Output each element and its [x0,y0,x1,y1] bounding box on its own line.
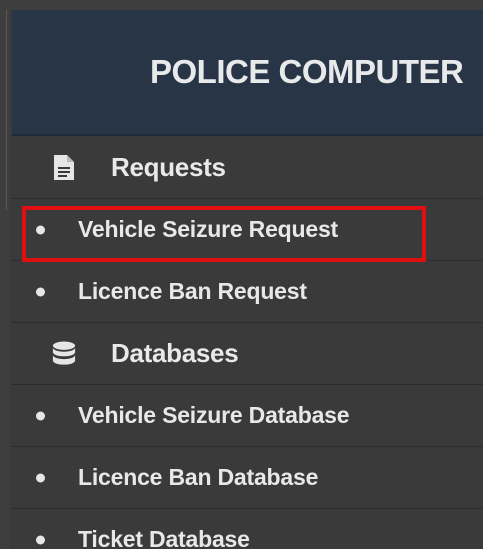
section-databases[interactable]: Databases [12,323,483,385]
menu-item-licence-ban-database[interactable]: Licence Ban Database [12,447,483,509]
section-label-databases: Databases [111,338,239,368]
top-edge [0,0,483,10]
page-title: POLICE COMPUTER [150,53,464,90]
menu-item-label: Ticket Database [78,526,250,549]
bullet-icon [36,287,45,296]
document-icon [52,154,76,182]
menu-item-vehicle-seizure-request[interactable]: Vehicle Seizure Request [12,199,483,261]
menu-item-label: Vehicle Seizure Request [78,216,339,242]
left-edge [0,0,10,549]
app-frame: POLICE COMPUTER Requests Vehicle Seizure… [0,0,483,549]
bullet-icon [36,473,45,482]
section-requests[interactable]: Requests [12,137,483,199]
menu-item-label: Licence Ban Request [78,278,307,304]
app-header: POLICE COMPUTER [12,10,483,136]
bullet-icon [36,411,45,420]
database-icon [52,340,76,368]
sidebar-menu: Requests Vehicle Seizure Request Licence… [12,137,483,549]
bullet-icon [36,225,45,234]
bullet-icon [36,535,45,544]
menu-item-ticket-database[interactable]: Ticket Database [12,509,483,549]
menu-item-licence-ban-request[interactable]: Licence Ban Request [12,261,483,323]
menu-item-vehicle-seizure-database[interactable]: Vehicle Seizure Database [12,385,483,447]
menu-item-label: Vehicle Seizure Database [78,402,350,428]
section-label-requests: Requests [111,152,226,182]
left-divider [6,10,7,210]
menu-item-label: Licence Ban Database [78,464,319,490]
